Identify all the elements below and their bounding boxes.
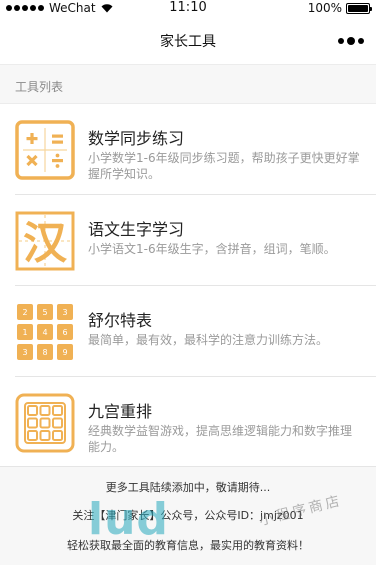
- schulte-tile-number: 5: [42, 308, 47, 317]
- nav-bar: 家长工具: [0, 18, 376, 64]
- footer-coming-soon: 更多工具陆续添加中，敬请期待...: [105, 481, 271, 494]
- schulte-tile-number: 4: [42, 328, 47, 337]
- tool-title: 舒尔特表: [88, 311, 153, 330]
- watermark-logo: lud: [88, 494, 169, 545]
- footer-promo: 轻松获取最全面的教育信息，最实用的教育资料！: [67, 539, 309, 552]
- battery-fill: [348, 4, 368, 12]
- nine-grid-icon: [15, 393, 75, 453]
- chinese-character-icon: 汉: [15, 211, 75, 271]
- section-header: 工具列表: [0, 64, 376, 104]
- page-title: 家长工具: [160, 34, 216, 50]
- schulte-tile-number: 8: [42, 348, 47, 357]
- schulte-tile-number: 3: [22, 348, 27, 357]
- status-bar: WeChat 11:10 100%: [0, 0, 376, 18]
- chinese-character-glyph: 汉: [23, 218, 68, 269]
- schulte-tile-number: 9: [62, 348, 67, 357]
- tool-item-math-practice[interactable]: 数学同步练习 小学数学1-6年级同步练习题，帮助孩子更快更好掌握所学知识。: [0, 104, 376, 195]
- battery-icon: [346, 2, 372, 14]
- tool-title: 语文生字学习: [88, 220, 185, 239]
- schulte-tile-number: 3: [62, 308, 67, 317]
- status-right: 100%: [307, 1, 372, 15]
- tool-title: 数学同步练习: [88, 129, 185, 148]
- tool-description: 最简单，最有效，最科学的注意力训练方法。: [88, 333, 329, 347]
- battery-percent: 100%: [307, 1, 342, 15]
- tool-item-schulte-table[interactable]: 2 5 3 1 4 6 3 8 9 舒尔特表 最简单，最有效，最科学的注意力训练方法。: [0, 286, 376, 377]
- tool-description: 小学语文1-6年级生字，含拼音，组词，笔顺。: [88, 242, 336, 256]
- tool-description: 经典数学益智游戏，提高思维逻辑能力和数字推理能力。: [88, 424, 353, 454]
- tool-item-chinese-characters[interactable]: 汉 语文生字学习 小学语文1-6年级生字，含拼音，组词，笔顺。: [0, 195, 376, 286]
- more-options-button[interactable]: [338, 33, 364, 49]
- tool-item-nine-grid-puzzle[interactable]: 九宫重排 经典数学益智游戏，提高思维逻辑能力和数字推理能力。: [0, 377, 376, 468]
- section-label: 工具列表: [15, 80, 64, 94]
- math-operators-icon: [15, 120, 75, 180]
- schulte-tile-number: 6: [62, 328, 67, 337]
- schulte-tile-number: 1: [22, 328, 27, 337]
- tool-title: 九宫重排: [88, 402, 153, 421]
- schulte-tile-number: 2: [22, 308, 27, 317]
- tool-description: 小学数学1-6年级同步练习题，帮助孩子更快更好掌握所学知识。: [88, 151, 360, 181]
- number-grid-icon: 2 5 3 1 4 6 3 8 9: [17, 304, 73, 360]
